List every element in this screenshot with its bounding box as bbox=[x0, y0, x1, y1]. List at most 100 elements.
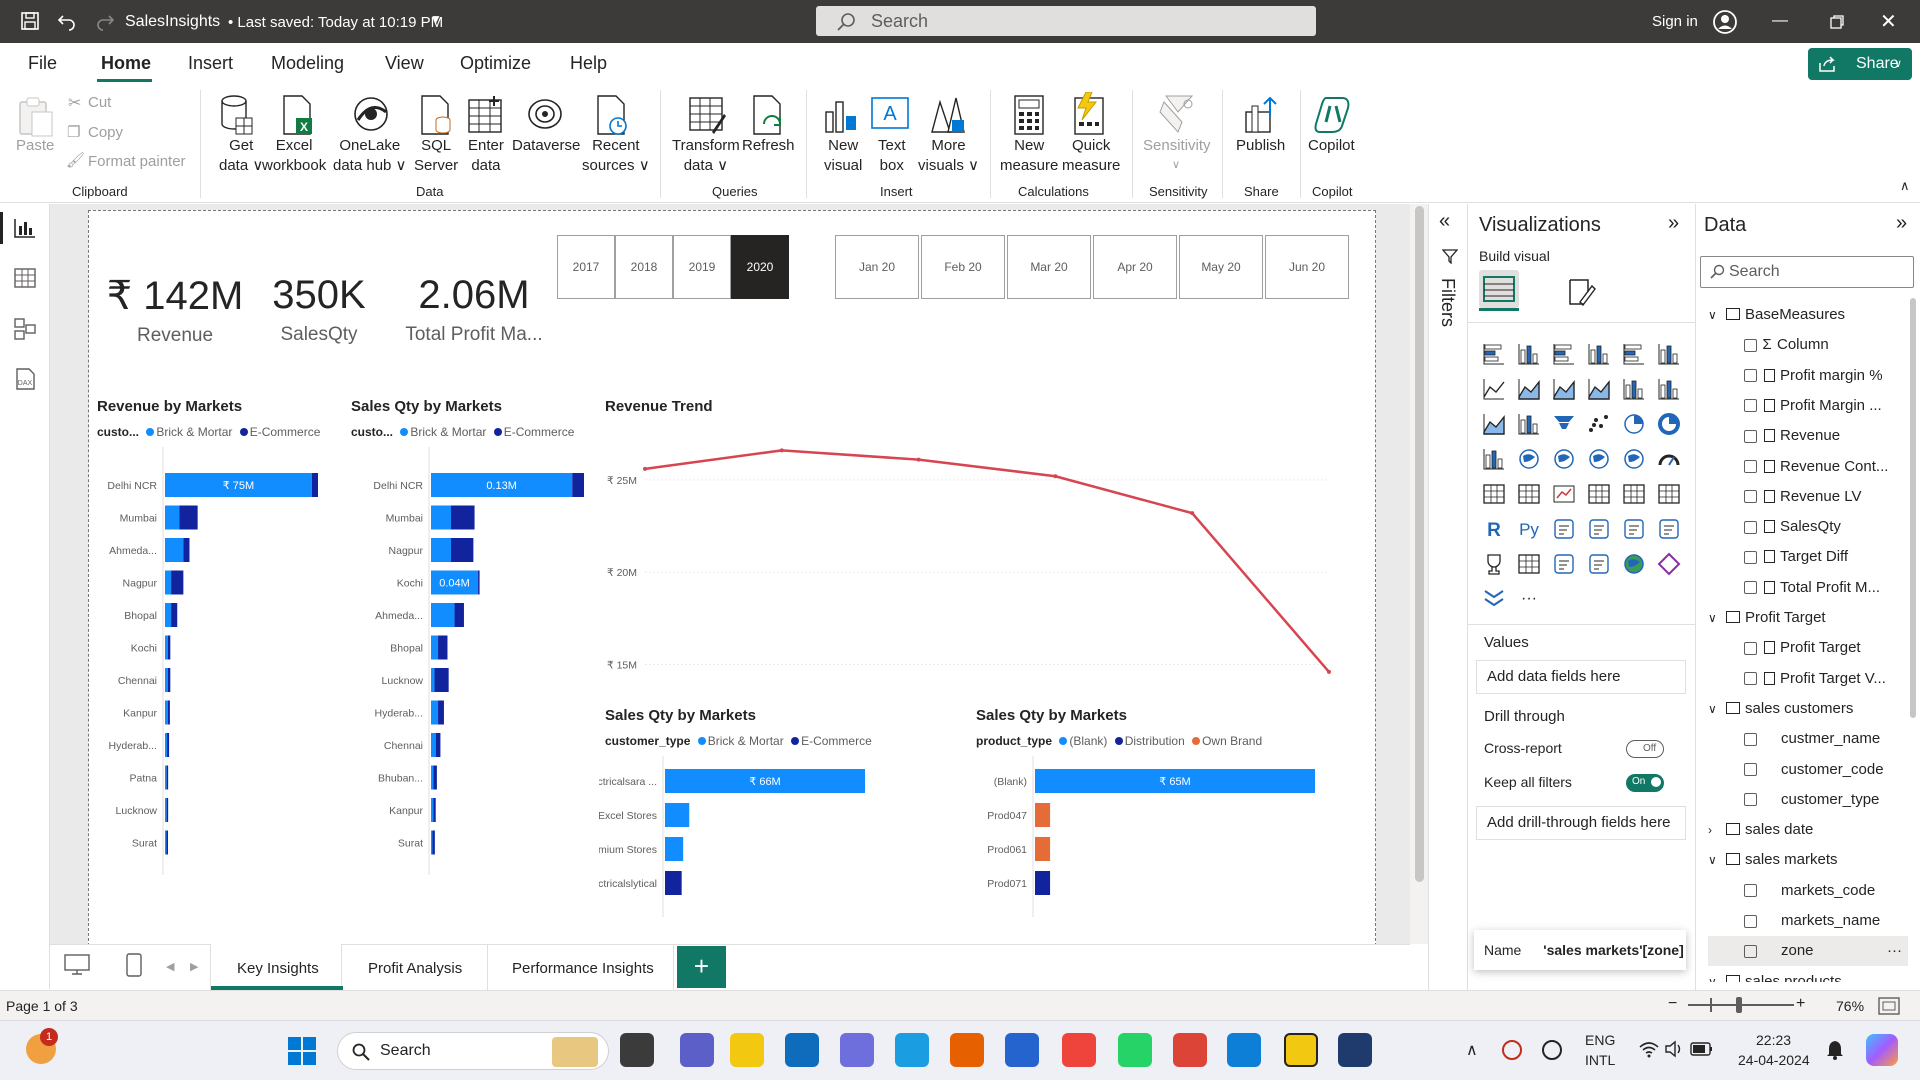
sales-qty-by-product-chart[interactable]: (Blank) ₹ 65M Prod047 Prod061 Prod071 bbox=[969, 756, 1369, 946]
copy-button[interactable]: Copy bbox=[88, 123, 123, 143]
copilot-tray-icon[interactable] bbox=[1866, 1034, 1898, 1066]
bar[interactable] bbox=[166, 830, 169, 855]
bar[interactable] bbox=[165, 765, 167, 790]
clustered-column-visual-icon[interactable] bbox=[1587, 342, 1611, 366]
month-slicer-item[interactable]: Feb 20 bbox=[921, 235, 1005, 299]
legend-item[interactable]: Brick & Mortar bbox=[708, 734, 784, 748]
data-field-item[interactable]: Target Diff bbox=[1708, 542, 1908, 572]
model-view-icon[interactable] bbox=[14, 318, 36, 340]
gauge-visual-icon[interactable] bbox=[1657, 447, 1681, 471]
onelake-data-hub-button[interactable]: OneLake data hub ∨ bbox=[333, 136, 407, 176]
data-field-item[interactable]: markets_code bbox=[1708, 876, 1908, 906]
bar[interactable] bbox=[171, 570, 184, 595]
power-automate-visual-icon[interactable] bbox=[1587, 552, 1611, 576]
format-painter-button[interactable]: Format painter bbox=[88, 152, 186, 172]
sales-qty-by-customer-chart[interactable]: Electricalsara ... ₹ 66M Excel Stores Premi… bbox=[599, 756, 969, 946]
year-slicer-item[interactable]: 2020 bbox=[731, 235, 789, 299]
funnel-visual-icon[interactable] bbox=[1552, 412, 1576, 436]
field-checkbox[interactable] bbox=[1744, 944, 1757, 958]
bar[interactable] bbox=[1035, 837, 1051, 861]
redo-icon[interactable] bbox=[95, 11, 115, 31]
snipping-tool-taskbar-icon[interactable] bbox=[1338, 1033, 1372, 1067]
data-field-item[interactable]: Revenue Cont... bbox=[1708, 452, 1908, 482]
bar[interactable] bbox=[167, 733, 170, 757]
bar[interactable] bbox=[183, 538, 190, 562]
clustered-bar-visual-icon[interactable] bbox=[1552, 342, 1576, 366]
bar[interactable] bbox=[665, 837, 684, 861]
100-column-visual-icon[interactable] bbox=[1657, 342, 1681, 366]
map-visual-icon[interactable] bbox=[1517, 447, 1541, 471]
line-point[interactable] bbox=[1053, 474, 1058, 479]
line-column-visual-icon[interactable] bbox=[1622, 377, 1646, 401]
add-page-button[interactable]: + bbox=[677, 946, 726, 988]
battery-icon[interactable] bbox=[1690, 1040, 1714, 1058]
chevron-down-icon[interactable]: ∨ bbox=[1708, 845, 1726, 875]
data-field-item[interactable]: SalesQty bbox=[1708, 512, 1908, 542]
power-bi-taskbar-icon[interactable] bbox=[1284, 1033, 1318, 1067]
bar[interactable] bbox=[165, 570, 172, 595]
stacked-column-visual-icon[interactable] bbox=[1517, 342, 1541, 366]
month-slicer-item[interactable]: Jan 20 bbox=[835, 235, 919, 299]
teams-taskbar-icon[interactable] bbox=[680, 1033, 714, 1067]
quick-measure-button[interactable]: Quick measure bbox=[1062, 136, 1120, 176]
stacked-bar-visual-icon[interactable] bbox=[1482, 342, 1506, 366]
bar[interactable] bbox=[431, 538, 452, 562]
bar[interactable] bbox=[431, 798, 434, 822]
table-visual-icon[interactable] bbox=[1622, 482, 1646, 506]
bar[interactable] bbox=[166, 765, 169, 790]
year-slicer-item[interactable]: 2017 bbox=[557, 235, 615, 299]
ribbon-visual-icon[interactable] bbox=[1482, 412, 1506, 436]
taskbar-search[interactable]: Search bbox=[337, 1032, 609, 1070]
tab-key-insights[interactable]: Key Insights bbox=[210, 944, 343, 990]
firefox-taskbar-icon[interactable] bbox=[950, 1033, 984, 1067]
bar[interactable] bbox=[431, 830, 433, 855]
slicer-visual-icon[interactable] bbox=[1587, 482, 1611, 506]
field-checkbox[interactable] bbox=[1744, 490, 1757, 504]
menu-help[interactable]: Help bbox=[570, 53, 607, 74]
card-visual-icon[interactable] bbox=[1482, 482, 1506, 506]
bar[interactable] bbox=[454, 603, 464, 627]
bar[interactable] bbox=[572, 473, 584, 497]
bar[interactable] bbox=[1035, 803, 1051, 827]
chevron-down-icon[interactable]: ▼ bbox=[430, 12, 442, 26]
file-explorer-taskbar-icon[interactable] bbox=[730, 1033, 764, 1067]
tab-scroll-left-icon[interactable]: ◀ bbox=[166, 960, 174, 973]
menu-insert[interactable]: Insert bbox=[188, 53, 233, 74]
month-slicer-item[interactable]: Apr 20 bbox=[1093, 235, 1177, 299]
matrix-visual-icon[interactable] bbox=[1657, 482, 1681, 506]
transform-data-button[interactable]: Transform data ∨ bbox=[672, 136, 740, 176]
data-search-input[interactable]: Search bbox=[1700, 256, 1914, 288]
bar[interactable] bbox=[431, 505, 452, 530]
account-icon[interactable] bbox=[1712, 9, 1738, 35]
field-checkbox[interactable] bbox=[1744, 429, 1757, 443]
mail-taskbar-icon[interactable] bbox=[785, 1033, 819, 1067]
bar[interactable] bbox=[165, 505, 180, 530]
build-visual-tab[interactable] bbox=[1479, 270, 1519, 308]
line-point[interactable] bbox=[1327, 669, 1331, 674]
field-checkbox[interactable] bbox=[1744, 672, 1757, 686]
line-stacked-column-visual-icon[interactable] bbox=[1657, 377, 1681, 401]
show-hidden-icons[interactable]: ∧ bbox=[1466, 1040, 1478, 1060]
data-field-item[interactable]: Profit margin % bbox=[1708, 361, 1908, 391]
chevron-down-icon[interactable]: ∨ bbox=[1708, 603, 1726, 633]
bar[interactable] bbox=[165, 733, 168, 757]
arcgis-visual-icon[interactable] bbox=[1622, 552, 1646, 576]
whatsapp-taskbar-icon[interactable] bbox=[1118, 1033, 1152, 1067]
month-slicer-item[interactable]: Mar 20 bbox=[1007, 235, 1091, 299]
line-point[interactable] bbox=[779, 448, 784, 453]
kpi-visual-icon[interactable] bbox=[1552, 482, 1576, 506]
legend-item[interactable]: Brick & Mortar bbox=[410, 425, 486, 439]
bar[interactable] bbox=[433, 798, 436, 822]
bar[interactable] bbox=[431, 603, 455, 627]
excel-workbook-button[interactable]: Excel workbook bbox=[262, 136, 326, 176]
menu-file[interactable]: File bbox=[28, 53, 57, 74]
keyboard-layout-label[interactable]: INTL bbox=[1585, 1052, 1615, 1068]
data-field-item[interactable]: Profit Margin ... bbox=[1708, 391, 1908, 421]
bar[interactable] bbox=[431, 700, 439, 725]
data-table-node[interactable]: › sales date bbox=[1708, 815, 1908, 845]
sql-server-button[interactable]: SQL Server bbox=[414, 136, 458, 176]
menu-view[interactable]: View bbox=[385, 53, 424, 74]
data-pane-scrollbar[interactable] bbox=[1910, 298, 1916, 718]
field-checkbox[interactable] bbox=[1744, 460, 1757, 474]
mobile-layout-icon[interactable] bbox=[126, 953, 142, 977]
